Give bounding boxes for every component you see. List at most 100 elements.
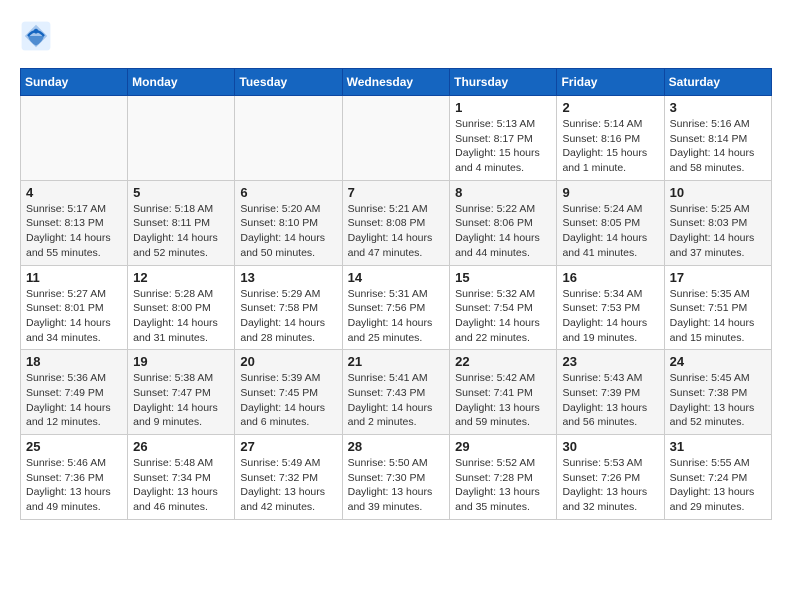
day-number: 5	[133, 185, 229, 200]
day-info: Sunrise: 5:25 AM Sunset: 8:03 PM Dayligh…	[670, 202, 766, 261]
day-info: Sunrise: 5:49 AM Sunset: 7:32 PM Dayligh…	[240, 456, 336, 515]
calendar-cell: 11 Sunrise: 5:27 AM Sunset: 8:01 PM Dayli…	[21, 265, 128, 350]
day-number: 10	[670, 185, 766, 200]
day-info: Sunrise: 5:16 AM Sunset: 8:14 PM Dayligh…	[670, 117, 766, 176]
logo-icon	[20, 20, 52, 52]
day-number: 4	[26, 185, 122, 200]
calendar-cell: 16Sunrise: 5:34 AM Sunset: 7:53 PM Dayli…	[557, 265, 664, 350]
calendar-cell: 5 Sunrise: 5:18 AM Sunset: 8:11 PM Daylig…	[128, 180, 235, 265]
day-number: 1	[455, 100, 551, 115]
day-info: Sunrise: 5:27 AM Sunset: 8:01 PM Dayligh…	[26, 287, 122, 346]
day-header-tuesday: Tuesday	[235, 69, 342, 96]
day-info: Sunrise: 5:28 AM Sunset: 8:00 PM Dayligh…	[133, 287, 229, 346]
day-header-wednesday: Wednesday	[342, 69, 450, 96]
day-info: Sunrise: 5:45 AM Sunset: 7:38 PM Dayligh…	[670, 371, 766, 430]
day-info: Sunrise: 5:22 AM Sunset: 8:06 PM Dayligh…	[455, 202, 551, 261]
day-number: 26	[133, 439, 229, 454]
calendar-week-2: 4Sunrise: 5:17 AM Sunset: 8:13 PM Daylig…	[21, 180, 772, 265]
calendar-cell: 19 Sunrise: 5:38 AM Sunset: 7:47 PM Dayli…	[128, 350, 235, 435]
day-number: 16	[562, 270, 658, 285]
calendar-cell	[342, 96, 450, 181]
day-info: Sunrise: 5:50 AM Sunset: 7:30 PM Dayligh…	[348, 456, 445, 515]
calendar-week-4: 18Sunrise: 5:36 AM Sunset: 7:49 PM Dayli…	[21, 350, 772, 435]
day-info: Sunrise: 5:53 AM Sunset: 7:26 PM Dayligh…	[562, 456, 658, 515]
day-number: 7	[348, 185, 445, 200]
day-info: Sunrise: 5:18 AM Sunset: 8:11 PM Dayligh…	[133, 202, 229, 261]
calendar-cell: 21 Sunrise: 5:41 AM Sunset: 7:43 PM Dayli…	[342, 350, 450, 435]
day-number: 22	[455, 354, 551, 369]
calendar-cell: 22 Sunrise: 5:42 AM Sunset: 7:41 PM Dayli…	[450, 350, 557, 435]
logo	[20, 20, 58, 52]
day-info: Sunrise: 5:14 AM Sunset: 8:16 PM Dayligh…	[562, 117, 658, 176]
day-number: 9	[562, 185, 658, 200]
day-info: Sunrise: 5:38 AM Sunset: 7:47 PM Dayligh…	[133, 371, 229, 430]
calendar-cell: 26 Sunrise: 5:48 AM Sunset: 7:34 PM Dayli…	[128, 435, 235, 520]
calendar-week-5: 25Sunrise: 5:46 AM Sunset: 7:36 PM Dayli…	[21, 435, 772, 520]
day-number: 18	[26, 354, 122, 369]
day-info: Sunrise: 5:24 AM Sunset: 8:05 PM Dayligh…	[562, 202, 658, 261]
day-number: 19	[133, 354, 229, 369]
day-info: Sunrise: 5:52 AM Sunset: 7:28 PM Dayligh…	[455, 456, 551, 515]
calendar-cell: 17 Sunrise: 5:35 AM Sunset: 7:51 PM Dayli…	[664, 265, 771, 350]
calendar-cell: 12 Sunrise: 5:28 AM Sunset: 8:00 PM Dayli…	[128, 265, 235, 350]
calendar-cell: 9 Sunrise: 5:24 AM Sunset: 8:05 PM Daylig…	[557, 180, 664, 265]
day-info: Sunrise: 5:13 AM Sunset: 8:17 PM Dayligh…	[455, 117, 551, 176]
calendar-cell: 2 Sunrise: 5:14 AM Sunset: 8:16 PM Daylig…	[557, 96, 664, 181]
day-info: Sunrise: 5:20 AM Sunset: 8:10 PM Dayligh…	[240, 202, 336, 261]
day-number: 28	[348, 439, 445, 454]
calendar-cell: 1 Sunrise: 5:13 AM Sunset: 8:17 PM Daylig…	[450, 96, 557, 181]
day-header-thursday: Thursday	[450, 69, 557, 96]
day-info: Sunrise: 5:32 AM Sunset: 7:54 PM Dayligh…	[455, 287, 551, 346]
day-info: Sunrise: 5:55 AM Sunset: 7:24 PM Dayligh…	[670, 456, 766, 515]
calendar-body: 1 Sunrise: 5:13 AM Sunset: 8:17 PM Daylig…	[21, 96, 772, 520]
day-number: 15	[455, 270, 551, 285]
day-info: Sunrise: 5:43 AM Sunset: 7:39 PM Dayligh…	[562, 371, 658, 430]
calendar-cell: 27 Sunrise: 5:49 AM Sunset: 7:32 PM Dayli…	[235, 435, 342, 520]
day-number: 31	[670, 439, 766, 454]
day-info: Sunrise: 5:41 AM Sunset: 7:43 PM Dayligh…	[348, 371, 445, 430]
calendar-cell: 18Sunrise: 5:36 AM Sunset: 7:49 PM Dayli…	[21, 350, 128, 435]
day-number: 17	[670, 270, 766, 285]
calendar-cell: 15 Sunrise: 5:32 AM Sunset: 7:54 PM Dayli…	[450, 265, 557, 350]
calendar-cell: 4Sunrise: 5:17 AM Sunset: 8:13 PM Daylig…	[21, 180, 128, 265]
calendar-cell: 14 Sunrise: 5:31 AM Sunset: 7:56 PM Dayli…	[342, 265, 450, 350]
day-number: 27	[240, 439, 336, 454]
calendar-cell: 7 Sunrise: 5:21 AM Sunset: 8:08 PM Daylig…	[342, 180, 450, 265]
calendar-cell: 13Sunrise: 5:29 AM Sunset: 7:58 PM Dayli…	[235, 265, 342, 350]
header-row: SundayMondayTuesdayWednesdayThursdayFrid…	[21, 69, 772, 96]
calendar-cell: 25Sunrise: 5:46 AM Sunset: 7:36 PM Dayli…	[21, 435, 128, 520]
day-number: 13	[240, 270, 336, 285]
calendar-header: SundayMondayTuesdayWednesdayThursdayFrid…	[21, 69, 772, 96]
calendar-cell: 31 Sunrise: 5:55 AM Sunset: 7:24 PM Dayli…	[664, 435, 771, 520]
day-info: Sunrise: 5:35 AM Sunset: 7:51 PM Dayligh…	[670, 287, 766, 346]
calendar-cell: 20 Sunrise: 5:39 AM Sunset: 7:45 PM Dayli…	[235, 350, 342, 435]
day-info: Sunrise: 5:42 AM Sunset: 7:41 PM Dayligh…	[455, 371, 551, 430]
day-info: Sunrise: 5:39 AM Sunset: 7:45 PM Dayligh…	[240, 371, 336, 430]
day-number: 2	[562, 100, 658, 115]
calendar-cell: 23 Sunrise: 5:43 AM Sunset: 7:39 PM Dayli…	[557, 350, 664, 435]
day-number: 24	[670, 354, 766, 369]
day-info: Sunrise: 5:48 AM Sunset: 7:34 PM Dayligh…	[133, 456, 229, 515]
calendar-cell: 24 Sunrise: 5:45 AM Sunset: 7:38 PM Dayli…	[664, 350, 771, 435]
calendar-cell: 28 Sunrise: 5:50 AM Sunset: 7:30 PM Dayli…	[342, 435, 450, 520]
day-number: 23	[562, 354, 658, 369]
calendar-week-1: 1 Sunrise: 5:13 AM Sunset: 8:17 PM Daylig…	[21, 96, 772, 181]
day-number: 20	[240, 354, 336, 369]
calendar-cell: 8Sunrise: 5:22 AM Sunset: 8:06 PM Daylig…	[450, 180, 557, 265]
day-number: 25	[26, 439, 122, 454]
day-header-friday: Friday	[557, 69, 664, 96]
calendar-cell	[235, 96, 342, 181]
day-number: 11	[26, 270, 122, 285]
day-info: Sunrise: 5:31 AM Sunset: 7:56 PM Dayligh…	[348, 287, 445, 346]
day-number: 12	[133, 270, 229, 285]
day-info: Sunrise: 5:21 AM Sunset: 8:08 PM Dayligh…	[348, 202, 445, 261]
day-number: 29	[455, 439, 551, 454]
day-header-sunday: Sunday	[21, 69, 128, 96]
day-number: 14	[348, 270, 445, 285]
calendar-week-3: 11 Sunrise: 5:27 AM Sunset: 8:01 PM Dayli…	[21, 265, 772, 350]
day-number: 21	[348, 354, 445, 369]
day-header-monday: Monday	[128, 69, 235, 96]
calendar-cell	[128, 96, 235, 181]
day-number: 30	[562, 439, 658, 454]
day-number: 6	[240, 185, 336, 200]
